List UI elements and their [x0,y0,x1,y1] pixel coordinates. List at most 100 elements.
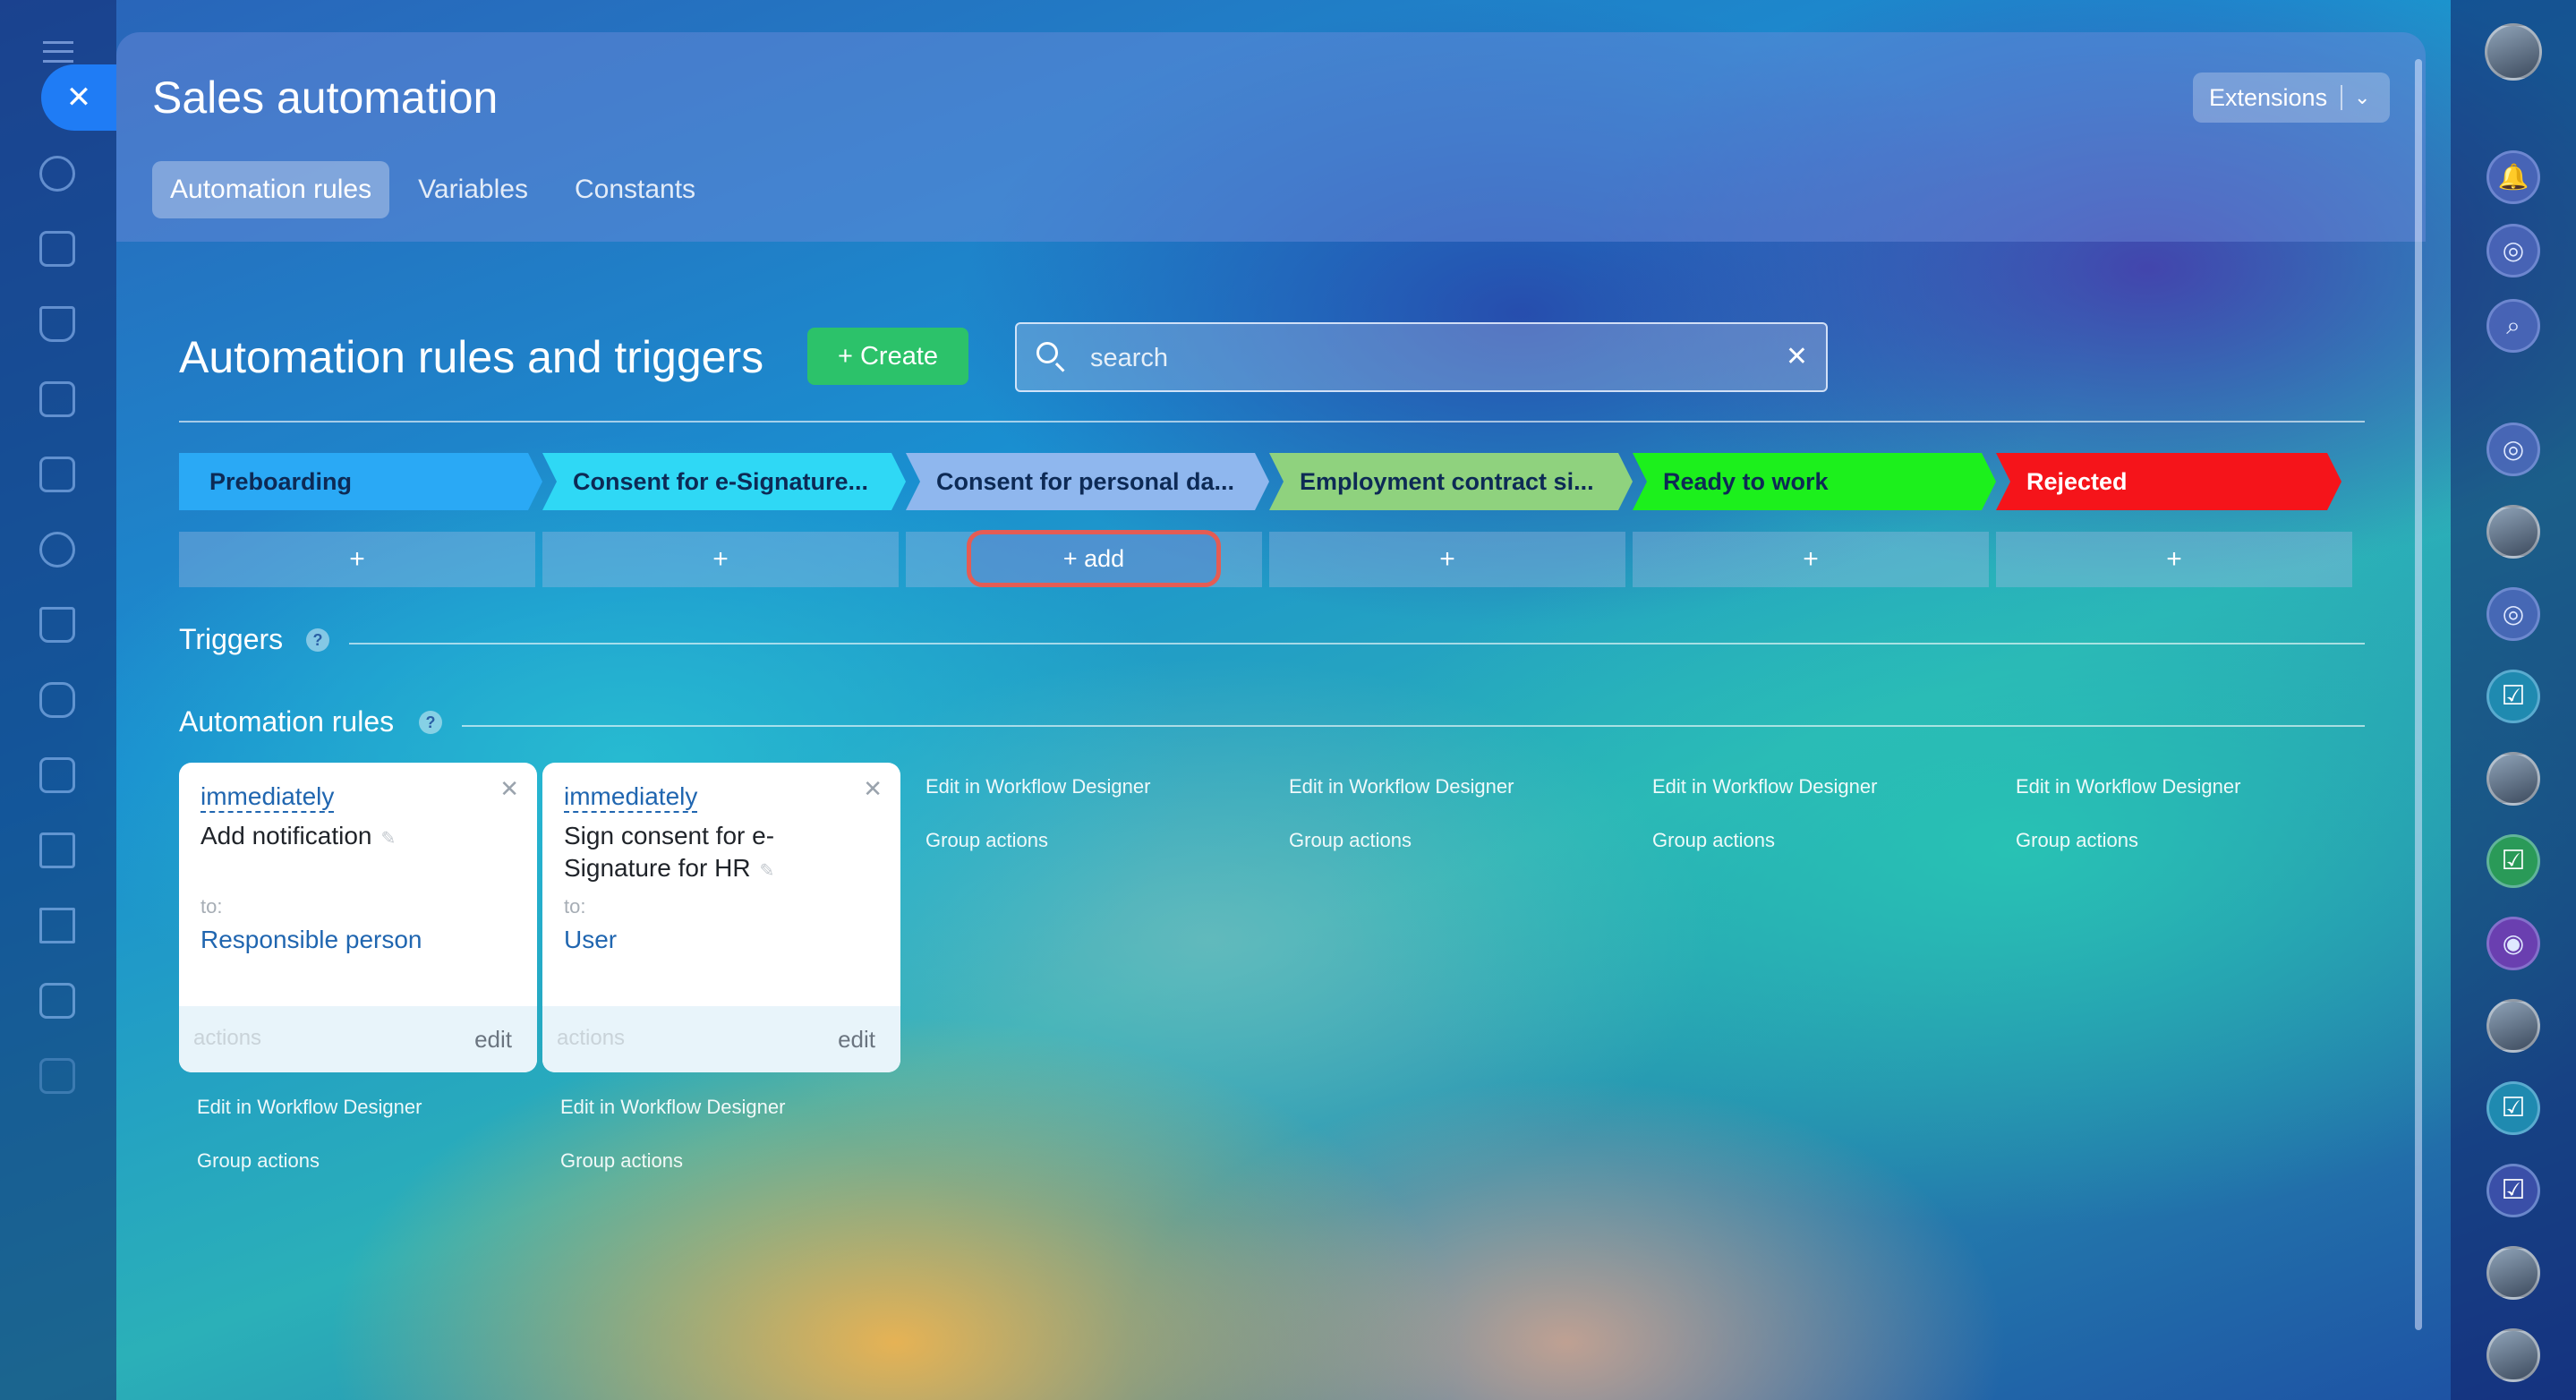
task-chat-icon[interactable]: ☑ [2486,1164,2540,1217]
box-icon[interactable] [39,1058,75,1094]
divider [179,421,2365,423]
stage-rejected[interactable]: Rejected [1996,453,2341,510]
copilot-chat-icon[interactable]: ◎ [2486,587,2540,641]
rule-name-text: Add notification [200,822,372,849]
robot-icon[interactable] [39,682,75,718]
contact-avatar[interactable] [2486,1328,2540,1382]
edit-link[interactable]: edit [474,1026,512,1054]
add-rule-button-highlighted[interactable]: + add [967,530,1221,587]
close-icon[interactable]: ✕ [499,775,519,803]
edit-in-workflow-designer-link[interactable]: Edit in Workflow Designer [560,1096,785,1119]
create-button[interactable]: + Create [807,328,968,385]
analytics-icon[interactable] [39,908,75,943]
stage-consent-personal-data[interactable]: Consent for personal da... [906,453,1269,510]
automation-panel: Sales automation Automation rules Variab… [116,32,2426,1400]
tab-constants[interactable]: Constants [557,161,713,218]
group-actions-link[interactable]: Group actions [1652,829,1775,852]
extensions-button[interactable]: Extensions ⌄ [2193,73,2390,123]
user-avatar[interactable] [2485,23,2542,81]
plus-icon: + [837,342,853,371]
divider [462,725,2365,727]
help-icon[interactable]: ? [306,628,329,652]
sign-icon[interactable] [39,832,75,868]
edit-in-workflow-designer-link[interactable]: Edit in Workflow Designer [1652,775,1877,798]
group-actions-link[interactable]: Group actions [1289,829,1412,852]
create-label: Create [859,342,939,371]
scrollbar[interactable] [2415,59,2422,1330]
task-chat-icon[interactable]: ☑ [2486,670,2540,723]
stage-preboarding[interactable]: Preboarding [179,453,542,510]
triggers-heading: Triggers [179,623,284,655]
tasks-icon[interactable] [39,231,75,267]
group-actions-link[interactable]: Group actions [2016,829,2138,852]
edit-link[interactable]: edit [838,1026,875,1054]
add-rule-button[interactable]: + [1996,532,2352,587]
left-sidebar: ✕ [0,0,116,1400]
add-rule-button[interactable]: + [1633,532,1989,587]
actions-link[interactable]: actions [557,1026,625,1051]
cart-icon[interactable] [39,607,75,643]
group-actions-link[interactable]: Group actions [197,1149,320,1173]
rule-card[interactable]: immediately ✕ Sign consent for e-Signatu… [542,763,900,1072]
tab-variables[interactable]: Variables [400,161,546,218]
rule-timing-link[interactable]: immediately [200,782,335,813]
drive-icon[interactable] [39,457,75,492]
chevron-down-icon[interactable]: ⌄ [2354,73,2370,123]
page-title: Sales automation [152,73,499,123]
contact-avatar[interactable] [2486,999,2540,1053]
add-rule-button[interactable]: + [1269,532,1625,587]
edit-in-workflow-designer-link[interactable]: Edit in Workflow Designer [2016,775,2240,798]
edit-in-workflow-designer-link[interactable]: Edit in Workflow Designer [925,775,1150,798]
edit-in-workflow-designer-link[interactable]: Edit in Workflow Designer [197,1096,422,1119]
recipient-label: to: [564,895,586,918]
task-chat-icon[interactable]: ☑ [2486,1081,2540,1135]
menu-icon[interactable] [43,41,73,63]
right-sidebar: 🔔 ◎ ⌕ ◎ ◎ ☑ ☑ ◉ ☑ ☑ [2451,0,2576,1400]
rule-name: Add notification ✎ [200,820,496,855]
contact-avatar[interactable] [2486,505,2540,559]
group-actions-link[interactable]: Group actions [925,829,1048,852]
card-icon[interactable] [39,983,75,1019]
close-icon: ✕ [65,81,92,115]
pencil-icon[interactable]: ✎ [760,861,775,881]
rule-name-text: Sign consent for e-Signature for HR [564,822,775,882]
add-rule-button[interactable]: + [542,532,899,587]
tab-automation-rules[interactable]: Automation rules [152,161,390,218]
panel-header: Sales automation Automation rules Variab… [116,32,2426,242]
group-actions-link[interactable]: Group actions [560,1149,683,1173]
bell-icon[interactable]: 🔔 [2486,150,2540,204]
rule-timing-link[interactable]: immediately [564,782,698,813]
extensions-label: Extensions [2209,84,2328,111]
stage-ready-to-work[interactable]: Ready to work [1633,453,1996,510]
document-icon[interactable] [39,757,75,793]
task-chat-icon[interactable]: ☑ [2486,834,2540,888]
calendar-icon[interactable] [39,381,75,417]
recipient-link[interactable]: User [564,926,617,954]
fingerprint-icon[interactable]: ◉ [2486,917,2540,970]
stage-employment-contract[interactable]: Employment contract si... [1269,453,1633,510]
contact-avatar[interactable] [2486,752,2540,806]
actions-link[interactable]: actions [193,1026,261,1051]
contact-avatar[interactable] [2486,1246,2540,1300]
target-icon[interactable] [39,532,75,568]
add-rule-button[interactable]: + [179,532,535,587]
clear-icon[interactable]: ✕ [1786,324,1808,390]
pencil-icon[interactable]: ✎ [380,829,396,849]
copilot-chat-icon[interactable]: ◎ [2486,423,2540,476]
rule-card[interactable]: immediately ✕ Add notification ✎ to: Resp… [179,763,537,1072]
recipient-link[interactable]: Responsible person [200,926,422,954]
stage-consent-esignature[interactable]: Consent for e-Signature... [542,453,906,510]
close-button[interactable]: ✕ [41,64,116,131]
card-footer: actions edit [542,1006,900,1072]
chat-search-icon[interactable]: ⌕ [2486,299,2540,353]
filter-icon[interactable] [39,306,75,342]
search-input[interactable] [1088,324,1754,392]
close-icon[interactable]: ✕ [863,775,883,803]
crm-icon[interactable] [39,156,75,192]
automation-rules-heading: Automation rules [179,705,395,738]
edit-in-workflow-designer-link[interactable]: Edit in Workflow Designer [1289,775,1514,798]
help-icon[interactable]: ? [419,711,442,734]
section-title: Automation rules and triggers [179,332,764,382]
copilot-icon[interactable]: ◎ [2486,224,2540,277]
tab-bar: Automation rules Variables Constants [152,161,713,218]
